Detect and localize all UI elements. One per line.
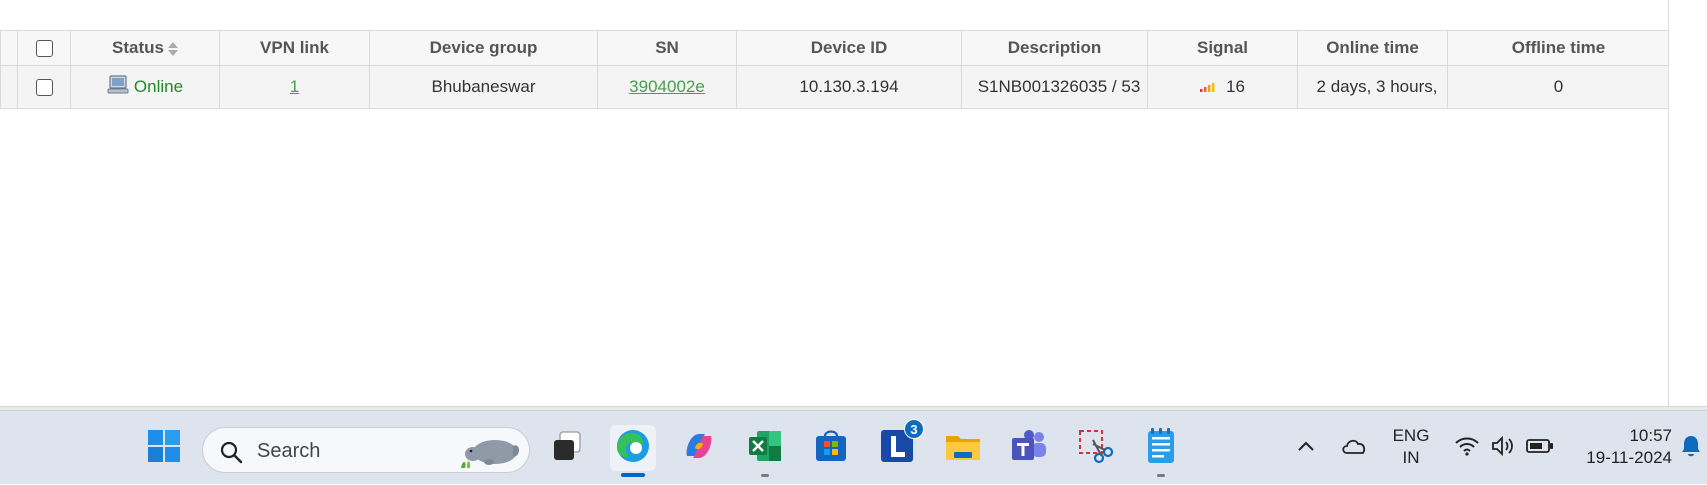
column-header-sn[interactable]: SN [597,30,737,66]
onedrive-tray-button[interactable] [1338,411,1370,485]
notifications-button[interactable] [1678,411,1704,485]
battery-tray-button[interactable] [1524,411,1556,485]
column-header-label: Status [112,38,164,57]
clock-time: 10:57 [1629,426,1672,445]
language-region: IN [1402,448,1420,467]
sn-cell: 3904002e [597,65,737,109]
notepad-taskbar-button[interactable] [1138,425,1184,477]
language-code: ENG [1392,426,1430,445]
column-header-online-time[interactable]: Online time [1297,30,1448,66]
select-all-cell [17,30,71,66]
row-handle-header [0,30,18,66]
copilot-taskbar-button[interactable] [676,425,722,471]
column-header-device-id[interactable]: Device ID [736,30,962,66]
language-indicator[interactable]: ENG IN [1388,425,1434,469]
vertical-scrollbar[interactable] [1668,0,1707,410]
column-header-device-group[interactable]: Device group [369,30,598,66]
search-icon [219,440,243,469]
active-app-indicator [621,473,645,477]
device-list-page: Status VPN link Device group SN Device I… [0,0,1707,410]
device-group-cell: Bhubaneswar [369,65,598,109]
file-explorer-taskbar-button[interactable] [940,425,986,471]
excel-icon [747,428,783,469]
store-taskbar-button[interactable] [808,425,854,471]
task-view-icon [550,429,584,468]
manatee-icon [457,432,521,475]
task-view-button[interactable] [544,425,590,471]
show-hidden-icons-button[interactable] [1292,411,1320,485]
offline-time-cell: 0 [1447,65,1670,109]
column-header-status[interactable]: Status [70,30,220,66]
excel-taskbar-button[interactable] [742,425,788,477]
vpn-link-cell: 1 [219,65,370,109]
clock-date: 19-11-2024 [1586,448,1672,467]
start-button[interactable] [141,425,187,471]
snipping-tool-taskbar-button[interactable] [1072,425,1118,471]
windows-logo-icon [147,429,181,468]
signal-cell: 16 [1147,65,1298,109]
edge-taskbar-button[interactable] [610,425,656,477]
device-table: Status VPN link Device group SN Device I… [0,30,1670,109]
speaker-icon [1490,435,1516,462]
folder-icon [944,428,982,469]
teams-taskbar-button[interactable] [1006,425,1052,471]
signal-value: 16 [1226,76,1245,96]
snipping-tool-icon [1077,428,1114,469]
wifi-icon [1454,435,1480,462]
column-header-offline-time[interactable]: Offline time [1447,30,1670,66]
row-handle-cell [0,65,18,109]
notepad-icon [1143,427,1179,470]
volume-tray-button[interactable] [1488,411,1518,485]
cloud-icon [1340,436,1368,461]
online-time-cell: 2 days, 3 hours, [1297,65,1448,109]
table-header-row: Status VPN link Device group SN Device I… [0,30,1670,66]
status-text: Online [133,76,184,96]
row-checkbox[interactable] [35,79,53,97]
notification-badge: 3 [904,419,924,439]
column-header-signal[interactable]: Signal [1147,30,1298,66]
row-select-cell [17,65,71,109]
taskbar-search[interactable]: Search [202,427,530,473]
sort-icon[interactable] [167,41,178,56]
bell-icon [1680,434,1702,463]
vpn-link[interactable]: 1 [290,77,299,96]
sn-link[interactable]: 3904002e [629,77,705,96]
column-header-vpn-link[interactable]: VPN link [219,30,370,66]
running-app-indicator [1157,474,1165,477]
copilot-icon [681,428,717,469]
search-placeholder: Search [257,440,321,462]
column-header-description[interactable]: Description [961,30,1148,66]
device-id-cell: 10.130.3.194 [736,65,962,109]
edge-browser-icon [615,428,651,469]
description-cell: S1NB001326035 / 53 [961,65,1148,109]
status-cell: Online [70,65,220,109]
l-app-taskbar-button[interactable]: 3 [874,419,924,471]
teams-icon [1010,428,1048,469]
computer-icon [107,74,129,101]
microsoft-store-icon [813,428,849,469]
chevron-up-icon [1297,439,1315,457]
table-row[interactable]: Online 1 Bhubaneswar 3904002e 10.130.3.1… [0,65,1670,109]
windows-taskbar: Search 3 ENG IN 10:57 19-11-2024 [0,410,1707,484]
system-clock[interactable]: 10:57 19-11-2024 [1568,425,1672,469]
signal-strength-icon [1200,77,1218,97]
running-app-indicator [761,474,769,477]
battery-icon [1526,438,1554,459]
select-all-checkbox[interactable] [35,40,53,58]
network-tray-button[interactable] [1452,411,1482,485]
